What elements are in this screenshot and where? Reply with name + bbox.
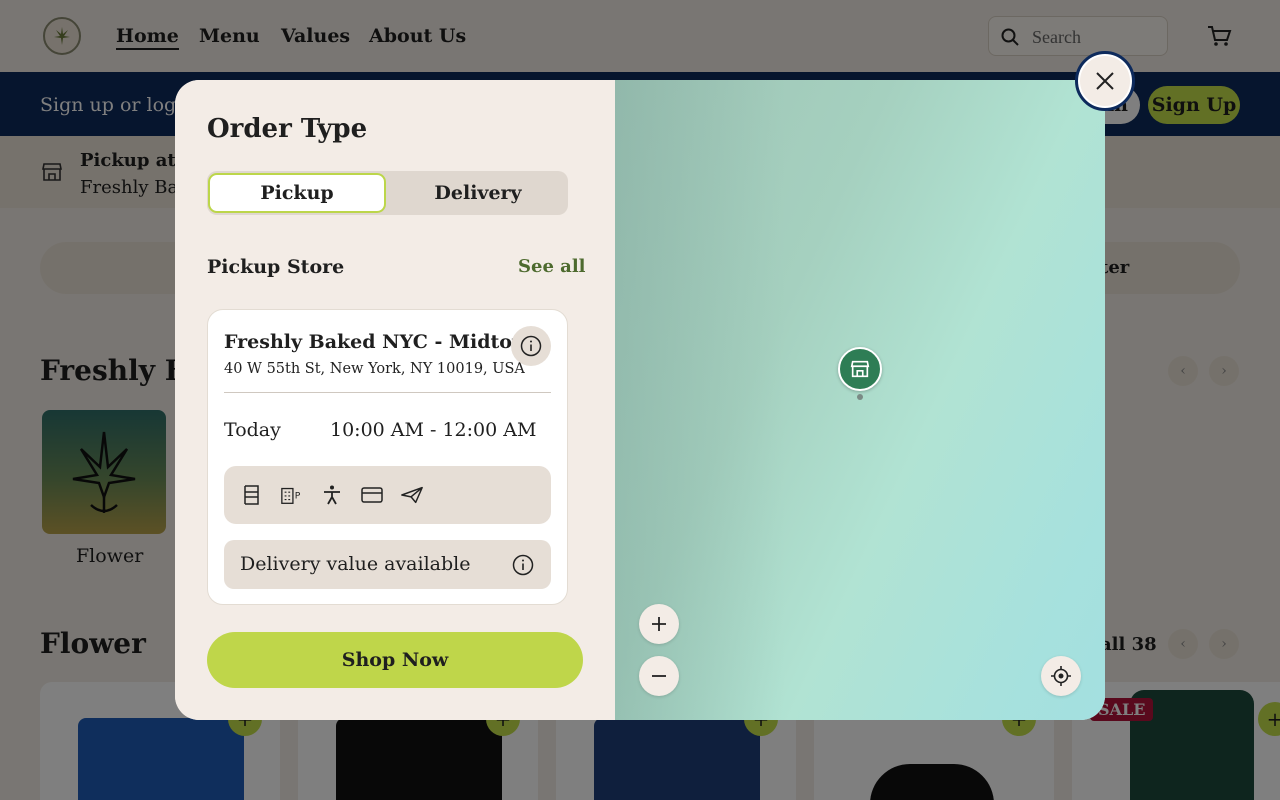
pickup-store-heading: Pickup Store [207, 256, 345, 278]
delivery-value-row: Delivery value available [224, 540, 551, 589]
close-icon [1096, 72, 1114, 90]
store-info-button[interactable] [511, 326, 551, 366]
store-map-pin[interactable] [838, 347, 882, 391]
order-type-modal: Order Type Pickup Delivery Pickup Store … [175, 80, 1105, 720]
info-icon[interactable] [512, 554, 534, 576]
order-type-pickup[interactable]: Pickup [208, 173, 386, 213]
menu-board-icon [240, 482, 264, 508]
modal-left-panel: Order Type Pickup Delivery Pickup Store … [175, 80, 615, 720]
amenities-row: P [224, 466, 551, 524]
store-map[interactable] [615, 80, 1105, 720]
close-modal-button[interactable] [1075, 51, 1135, 111]
send-icon [400, 482, 424, 508]
locate-icon [1051, 666, 1071, 686]
zoom-out-button[interactable] [639, 656, 679, 696]
svg-text:P: P [295, 491, 301, 502]
parking-icon: P [280, 482, 304, 508]
info-icon [520, 335, 542, 357]
minus-icon [652, 675, 666, 677]
delivery-value-text: Delivery value available [240, 553, 471, 575]
see-all-stores-link[interactable]: See all [518, 256, 586, 277]
hours-value: 10:00 AM - 12:00 AM [330, 419, 537, 441]
store-address: 40 W 55th St, New York, NY 10019, USA [224, 361, 525, 377]
store-name: Freshly Baked NYC - Midtown [224, 331, 543, 353]
plus-icon [652, 617, 666, 631]
order-type-toggle: Pickup Delivery [207, 171, 568, 215]
zoom-in-button[interactable] [639, 604, 679, 644]
order-type-delivery[interactable]: Delivery [389, 173, 567, 213]
pin-anchor-dot [857, 394, 863, 400]
locate-me-button[interactable] [1041, 656, 1081, 696]
store-card[interactable]: Freshly Baked NYC - Midtown 40 W 55th St… [207, 309, 568, 605]
shop-now-button[interactable]: Shop Now [207, 632, 583, 688]
divider [224, 392, 551, 393]
store-icon [850, 360, 870, 378]
credit-card-icon [360, 482, 384, 508]
accessibility-icon [320, 482, 344, 508]
modal-title: Order Type [207, 114, 368, 144]
hours-day: Today [224, 419, 281, 441]
